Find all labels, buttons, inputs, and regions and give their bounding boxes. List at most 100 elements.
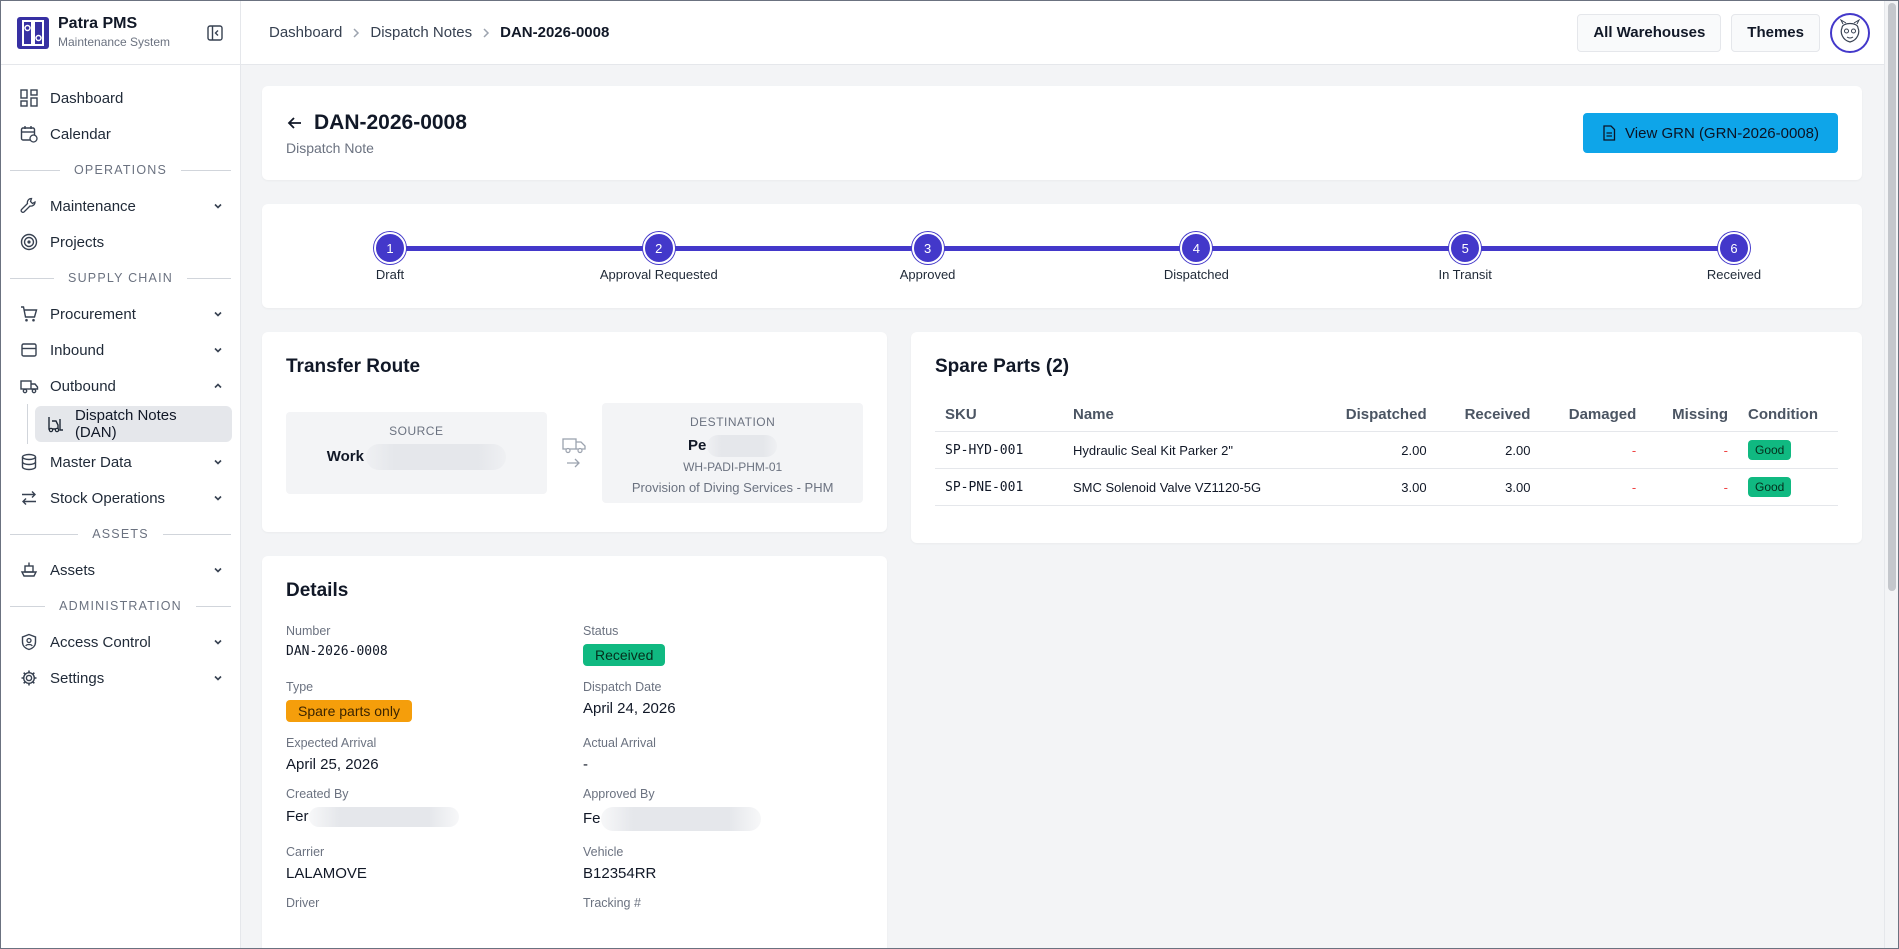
dashboard-grid-icon bbox=[19, 88, 39, 108]
database-icon bbox=[19, 452, 39, 472]
back-arrow-icon[interactable] bbox=[286, 113, 306, 133]
table-row[interactable]: SP-HYD-001 Hydraulic Seal Kit Parker 2" … bbox=[935, 431, 1838, 469]
spare-parts-title: Spare Parts (2) bbox=[935, 356, 1070, 377]
section-label: ASSETS bbox=[92, 527, 149, 541]
step-number: 3 bbox=[911, 232, 944, 264]
sidebar-item-calendar[interactable]: Calendar bbox=[1, 116, 240, 152]
transfer-route-title: Transfer Route bbox=[286, 356, 421, 377]
detail-label: Carrier bbox=[286, 845, 325, 859]
cell-dispatched: 2.00 bbox=[1314, 431, 1437, 469]
details-title: Details bbox=[286, 580, 349, 601]
cell-sku: SP-PNE-001 bbox=[935, 468, 1063, 506]
view-grn-label: View GRN (GRN-2026-0008) bbox=[1625, 124, 1819, 142]
sidebar-item-settings[interactable]: Settings bbox=[1, 660, 240, 696]
cell-dispatched: 3.00 bbox=[1314, 468, 1437, 506]
sidebar-item-projects[interactable]: Projects bbox=[1, 224, 240, 260]
detail-actual-arrival: Actual Arrival - bbox=[583, 736, 863, 773]
status-badge: Received bbox=[583, 644, 666, 666]
detail-type: Type Spare parts only bbox=[286, 680, 583, 722]
step-label: In Transit bbox=[1438, 267, 1492, 282]
sidebar-nav: Dashboard Calendar OPERATIONS Maintenanc… bbox=[1, 65, 240, 696]
arrows-left-right-icon bbox=[19, 488, 39, 508]
step-number: 4 bbox=[1180, 232, 1213, 264]
detail-label: Actual Arrival bbox=[583, 736, 656, 750]
view-grn-button[interactable]: View GRN (GRN-2026-0008) bbox=[1583, 113, 1838, 153]
page-subtitle: Dispatch Note bbox=[286, 139, 374, 156]
cell-condition: Good bbox=[1738, 468, 1838, 506]
column-header: Damaged bbox=[1540, 406, 1647, 432]
sidebar-item-assets[interactable]: Assets bbox=[1, 552, 240, 588]
sidebar-item-dashboard[interactable]: Dashboard bbox=[1, 80, 240, 116]
avatar[interactable] bbox=[1830, 12, 1870, 53]
detail-label: Type bbox=[286, 680, 314, 694]
sidebar-item-label: Inbound bbox=[50, 341, 105, 359]
detail-value: Fe bbox=[583, 809, 601, 827]
stepper-track bbox=[390, 246, 1734, 251]
detail-expected-arrival: Expected Arrival April 25, 2026 bbox=[286, 736, 583, 773]
step-number: 6 bbox=[1718, 232, 1750, 264]
sidebar-collapse-icon[interactable] bbox=[206, 24, 224, 42]
sidebar-item-procurement[interactable]: Procurement bbox=[1, 296, 240, 332]
detail-created-by: Created By Fer bbox=[286, 787, 583, 831]
detail-driver: Driver bbox=[286, 896, 583, 910]
section-operations: OPERATIONS bbox=[1, 152, 240, 188]
detail-label: Vehicle bbox=[583, 845, 624, 859]
section-assets: ASSETS bbox=[1, 516, 240, 552]
column-header: Missing bbox=[1646, 406, 1738, 432]
type-badge: Spare parts only bbox=[286, 700, 412, 722]
cell-condition: Good bbox=[1738, 431, 1838, 469]
destination-description: Provision of Diving Services - PHM bbox=[631, 480, 834, 495]
cell-sku: SP-HYD-001 bbox=[935, 431, 1063, 469]
section-label: ADMINISTRATION bbox=[59, 599, 182, 613]
chevron-right-icon bbox=[352, 27, 360, 38]
detail-value: LALAMOVE bbox=[286, 865, 367, 882]
step-number: 1 bbox=[374, 232, 406, 264]
cell-missing: - bbox=[1646, 468, 1738, 506]
breadcrumb-dashboard[interactable]: Dashboard bbox=[269, 24, 342, 41]
redacted-blur bbox=[707, 435, 778, 457]
sidebar-item-access-control[interactable]: Access Control bbox=[1, 624, 240, 660]
detail-value: April 24, 2026 bbox=[583, 700, 676, 717]
sidebar-item-inbound[interactable]: Inbound bbox=[1, 332, 240, 368]
section-label: OPERATIONS bbox=[73, 163, 168, 177]
table-header-row: SKU Name Dispatched Received Damaged Mis… bbox=[935, 406, 1838, 432]
sidebar-item-maintenance[interactable]: Maintenance bbox=[1, 188, 240, 224]
sidebar-item-stock-operations[interactable]: Stock Operations bbox=[1, 480, 240, 516]
spare-parts-card: Spare Parts (2) SKU Name Dispatched Rece… bbox=[911, 332, 1862, 543]
detail-value: Fer bbox=[286, 807, 309, 825]
section-label: SUPPLY CHAIN bbox=[68, 271, 173, 285]
destination-label: DESTINATION bbox=[690, 415, 776, 429]
step-label: Approval Requested bbox=[599, 267, 718, 282]
page-scrollbar[interactable] bbox=[1884, 1, 1898, 948]
condition-badge: Good bbox=[1748, 440, 1792, 460]
wrench-icon bbox=[19, 196, 39, 216]
chevron-down-icon bbox=[212, 636, 224, 648]
column-header: Name bbox=[1063, 406, 1315, 432]
sidebar-item-label: Outbound bbox=[50, 377, 116, 395]
forklift-icon bbox=[45, 414, 65, 434]
sidebar-item-outbound[interactable]: Outbound bbox=[1, 368, 240, 404]
detail-label: Expected Arrival bbox=[286, 736, 377, 750]
sidebar-item-label: Projects bbox=[50, 233, 105, 251]
chevron-right-icon bbox=[482, 27, 490, 38]
truck-icon bbox=[19, 376, 39, 396]
source-name: Work bbox=[326, 447, 364, 465]
column-header: Received bbox=[1436, 406, 1541, 432]
detail-label: Number bbox=[286, 624, 331, 638]
chevron-down-icon bbox=[212, 492, 224, 504]
chevron-down-icon bbox=[212, 308, 224, 320]
detail-value: B12354RR bbox=[583, 865, 657, 882]
table-row[interactable]: SP-PNE-001 SMC Solenoid Valve VZ1120-5G … bbox=[935, 468, 1838, 506]
cell-received: 3.00 bbox=[1436, 468, 1541, 506]
breadcrumb-dispatch-notes[interactable]: Dispatch Notes bbox=[370, 24, 472, 41]
sidebar-item-label: Access Control bbox=[50, 633, 151, 651]
themes-button[interactable]: Themes bbox=[1731, 13, 1820, 52]
page-content: DAN-2026-0008 Dispatch Note View GRN (GR… bbox=[241, 65, 1898, 948]
gear-icon bbox=[19, 668, 39, 688]
sidebar-item-dispatch-notes[interactable]: Dispatch Notes (DAN) bbox=[35, 406, 232, 442]
scrollbar-thumb[interactable] bbox=[1888, 3, 1896, 591]
warehouse-selector-button[interactable]: All Warehouses bbox=[1577, 13, 1722, 52]
outbound-submenu: Dispatch Notes (DAN) bbox=[1, 404, 240, 444]
sidebar-item-label: Dashboard bbox=[50, 89, 124, 107]
sidebar-item-master-data[interactable]: Master Data bbox=[1, 444, 240, 480]
